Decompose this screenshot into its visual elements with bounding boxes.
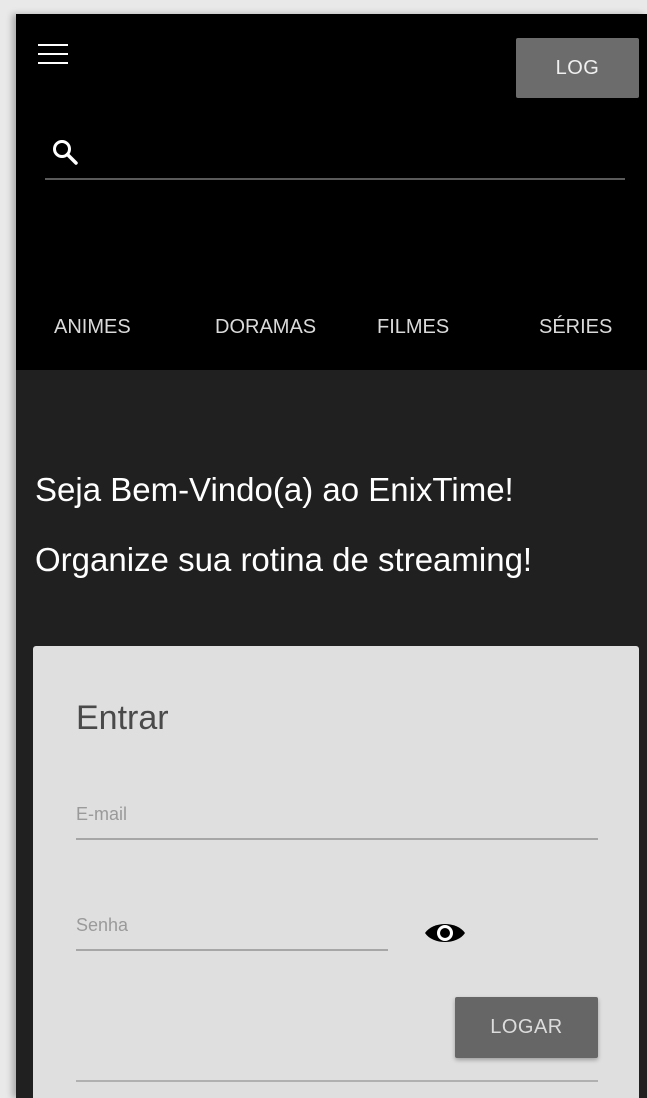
log-button[interactable]: LOG bbox=[516, 38, 639, 98]
tab-animes[interactable]: ANIMES bbox=[54, 316, 131, 339]
email-field-wrapper bbox=[76, 794, 598, 840]
welcome-heading: Seja Bem-Vindo(a) ao EnixTime! bbox=[35, 471, 514, 508]
slogan-heading: Organize sua rotina de streaming! bbox=[35, 541, 533, 578]
password-field[interactable] bbox=[76, 905, 388, 945]
search-input[interactable] bbox=[91, 138, 611, 170]
login-card: Entrar LOGAR bbox=[33, 646, 639, 1098]
hamburger-menu-icon[interactable] bbox=[38, 44, 70, 64]
login-title: Entrar bbox=[76, 699, 169, 737]
login-submit-button[interactable]: LOGAR bbox=[455, 997, 598, 1058]
card-divider bbox=[76, 1080, 598, 1082]
eye-icon[interactable] bbox=[423, 918, 467, 948]
tab-doramas[interactable]: DORAMAS bbox=[215, 316, 316, 339]
app-frame: LOG ANIMES DORAMAS FILMES SÉRIES Seja Be… bbox=[16, 14, 647, 1098]
top-navbar: LOG ANIMES DORAMAS FILMES SÉRIES bbox=[16, 14, 647, 370]
tab-series[interactable]: SÉRIES bbox=[539, 316, 612, 339]
search-icon[interactable] bbox=[51, 138, 81, 168]
search-bar bbox=[45, 132, 625, 180]
email-field[interactable] bbox=[76, 794, 598, 834]
tab-filmes[interactable]: FILMES bbox=[377, 316, 449, 339]
password-field-wrapper bbox=[76, 905, 388, 951]
